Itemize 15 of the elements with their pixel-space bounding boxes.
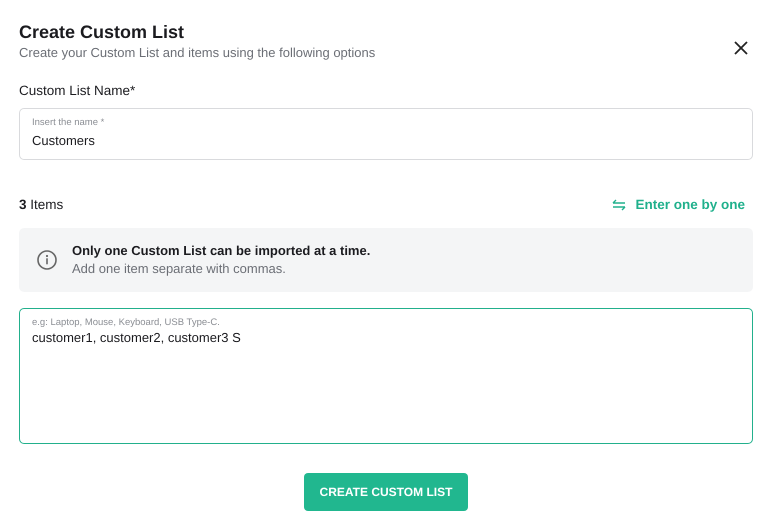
dialog-subtitle: Create your Custom List and items using the following options xyxy=(19,44,376,62)
info-text: Add one item separate with commas. xyxy=(72,260,287,278)
swap-icon xyxy=(612,199,626,211)
field-label: Custom List Name* xyxy=(19,82,136,100)
info-icon xyxy=(36,249,58,271)
items-field[interactable]: e.g: Laptop, Mouse, Keyboard, USB Type-C. customer1, customer2, customer3 S xyxy=(19,308,753,444)
items-count: 3 Items xyxy=(19,196,64,214)
info-title: Only one Custom List can be imported at a time. xyxy=(72,242,370,260)
dialog-title: Create Custom List xyxy=(19,21,186,44)
close-icon xyxy=(733,40,749,56)
name-field[interactable]: Insert the name * Customers xyxy=(19,108,753,160)
name-input[interactable]: Customers xyxy=(32,132,740,150)
items-textarea[interactable]: customer1, customer2, customer3 S xyxy=(32,329,740,437)
floating-label: Insert the name * xyxy=(32,117,106,129)
floating-label: e.g: Laptop, Mouse, Keyboard, USB Type-C. xyxy=(32,317,221,329)
